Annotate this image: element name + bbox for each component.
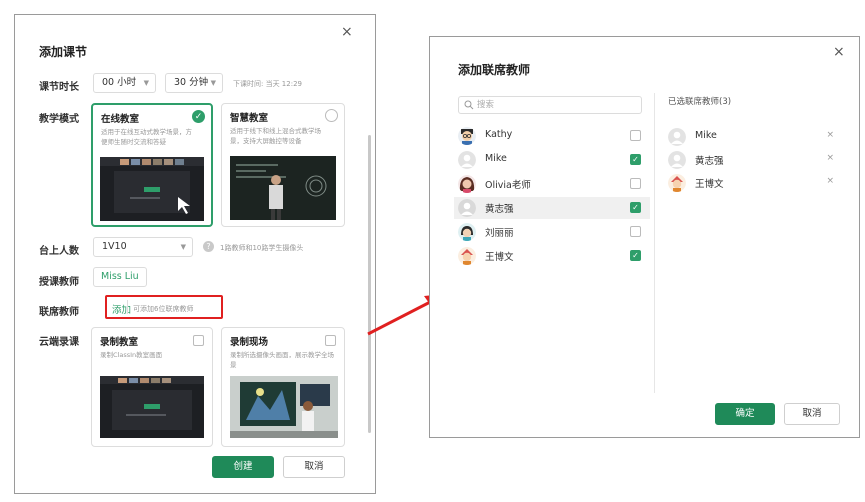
remove-icon[interactable]: × bbox=[826, 176, 834, 186]
selected-name: 王博文 bbox=[695, 179, 724, 190]
online-classroom-preview bbox=[100, 157, 204, 221]
confirm-button[interactable]: 确定 bbox=[715, 403, 775, 425]
avatar bbox=[668, 174, 686, 192]
scrollbar[interactable] bbox=[368, 135, 371, 433]
cancel-button[interactable]: 取消 bbox=[283, 456, 345, 478]
record-classroom-card[interactable]: 录制教室 录制ClassIn教室画面 bbox=[91, 327, 213, 447]
record-scene-preview-image bbox=[230, 376, 338, 438]
smart-classroom-preview bbox=[230, 156, 336, 220]
teacher-name: 刘丽丽 bbox=[485, 228, 514, 239]
recording-label: 云端录课 bbox=[39, 337, 79, 348]
record-scene-desc: 录制所选摄像头画面，展示教学全场景 bbox=[230, 351, 334, 369]
close-icon[interactable]: × bbox=[341, 25, 353, 39]
hours-value: 00 小时 bbox=[102, 77, 137, 88]
create-course-dialog: × 添加课节 课节时长 00 小时 ▼ 30 分钟 ▼ 下课时间: 当天 12:… bbox=[14, 14, 376, 494]
add-co-teacher-link[interactable]: 添加 bbox=[112, 302, 131, 316]
chevron-down-icon: ▼ bbox=[143, 79, 149, 87]
checkbox-icon[interactable] bbox=[630, 130, 641, 141]
avatar bbox=[458, 175, 476, 193]
checkbox-icon[interactable] bbox=[630, 178, 641, 189]
checkbox-checked-icon[interactable]: ✓ bbox=[630, 154, 641, 165]
avatar bbox=[458, 223, 476, 241]
teacher-row-olivia[interactable]: Olivia老师 bbox=[454, 173, 650, 195]
minutes-select[interactable]: 30 分钟 ▼ bbox=[165, 73, 223, 93]
teacher-row-liulili[interactable]: 刘丽丽 bbox=[454, 221, 650, 243]
record-classroom-desc: 录制ClassIn教室画面 bbox=[100, 351, 163, 359]
help-icon[interactable]: ? bbox=[203, 241, 214, 252]
stage-value: 1V10 bbox=[102, 241, 127, 252]
hours-select[interactable]: 00 小时 ▼ bbox=[93, 73, 156, 93]
search-icon bbox=[464, 100, 474, 110]
dialog-title: 添加课节 bbox=[39, 45, 88, 59]
search-box[interactable] bbox=[458, 96, 642, 114]
avatar bbox=[458, 151, 476, 169]
checkbox-icon[interactable] bbox=[630, 226, 641, 237]
add-co-teacher-dialog: × 添加联席教师 Kathy Mike ✓ Olivia老师 黄 bbox=[429, 36, 860, 438]
mode-label: 教学模式 bbox=[39, 114, 79, 125]
selected-title: 已选联席教师(3) bbox=[668, 97, 732, 107]
dialog-title: 添加联席教师 bbox=[458, 63, 531, 77]
teacher-row-huangzhiqiang[interactable]: 黄志强 ✓ bbox=[454, 197, 650, 219]
record-scene-title: 录制现场 bbox=[230, 337, 269, 348]
smart-classroom-preview-image bbox=[230, 156, 336, 220]
record-scene-card[interactable]: 录制现场 录制所选摄像头画面，展示教学全场景 bbox=[221, 327, 345, 447]
avatar bbox=[668, 128, 686, 146]
selected-row-huangzhiqiang: 黄志强 × bbox=[668, 150, 838, 170]
avatar bbox=[458, 127, 476, 145]
selected-name: Mike bbox=[695, 130, 717, 141]
create-button[interactable]: 创建 bbox=[212, 456, 274, 478]
radio-icon bbox=[325, 109, 338, 122]
avatar bbox=[458, 199, 476, 217]
close-icon[interactable]: × bbox=[833, 45, 845, 59]
teacher-row-wangbowen[interactable]: 王博文 ✓ bbox=[454, 245, 650, 267]
online-classroom-card[interactable]: 在线教室 ✓ 适用于在线互动式教学场景，方便师生随时交流和答疑 bbox=[91, 103, 213, 227]
online-classroom-desc: 适用于在线互动式教学场景，方便师生随时交流和答疑 bbox=[101, 128, 192, 146]
divider bbox=[127, 300, 128, 314]
column-divider bbox=[654, 93, 655, 393]
cancel-button[interactable]: 取消 bbox=[784, 403, 840, 425]
record-classroom-preview-image bbox=[100, 376, 204, 430]
chevron-down-icon: ▼ bbox=[180, 243, 186, 251]
teacher-name: Olivia老师 bbox=[485, 180, 531, 191]
minutes-value: 30 分钟 bbox=[174, 77, 209, 88]
remove-icon[interactable]: × bbox=[826, 130, 834, 140]
teacher-name: 黄志强 bbox=[485, 204, 514, 215]
remove-icon[interactable]: × bbox=[826, 153, 834, 163]
record-classroom-title: 录制教室 bbox=[100, 337, 139, 348]
teacher-name: 王博文 bbox=[485, 252, 514, 263]
online-classroom-title: 在线教室 bbox=[101, 114, 140, 125]
teacher-tag[interactable]: Miss Liu bbox=[93, 267, 147, 287]
co-teacher-hint: 可添加6位联席教师 bbox=[133, 305, 194, 313]
selected-row-wangbowen: 王博文 × bbox=[668, 173, 838, 193]
checkbox-checked-icon[interactable]: ✓ bbox=[630, 250, 641, 261]
check-icon: ✓ bbox=[192, 110, 205, 123]
record-classroom-preview bbox=[100, 376, 204, 438]
teacher-row-mike[interactable]: Mike ✓ bbox=[454, 149, 650, 171]
avatar bbox=[458, 247, 476, 265]
end-time-text: 下课时间: 当天 12:29 bbox=[233, 80, 302, 88]
smart-classroom-card[interactable]: 智慧教室 适用于线下和线上混合式教学场景，支持大屏触控等设备 bbox=[221, 103, 345, 227]
teacher-label: 授课教师 bbox=[39, 277, 79, 288]
stage-select[interactable]: 1V10 ▼ bbox=[93, 237, 193, 257]
checkbox-icon[interactable] bbox=[193, 335, 204, 346]
teacher-row-kathy[interactable]: Kathy bbox=[454, 125, 650, 147]
chevron-down-icon: ▼ bbox=[210, 79, 216, 87]
duration-label: 课节时长 bbox=[39, 82, 79, 93]
teacher-name: Kathy bbox=[485, 129, 513, 140]
stage-label: 台上人数 bbox=[39, 246, 79, 257]
co-teacher-label: 联席教师 bbox=[39, 307, 79, 318]
smart-classroom-desc: 适用于线下和线上混合式教学场景，支持大屏触控等设备 bbox=[230, 127, 321, 145]
online-classroom-preview-image bbox=[100, 157, 204, 214]
stage-hint: 1路教师和10路学生摄像头 bbox=[220, 244, 304, 252]
search-input[interactable] bbox=[477, 98, 637, 112]
avatar bbox=[668, 151, 686, 169]
smart-classroom-title: 智慧教室 bbox=[230, 113, 269, 124]
record-scene-preview bbox=[230, 376, 338, 438]
checkbox-checked-icon[interactable]: ✓ bbox=[630, 202, 641, 213]
teacher-name: Mike bbox=[485, 153, 507, 164]
selected-row-mike: Mike × bbox=[668, 127, 838, 147]
selected-name: 黄志强 bbox=[695, 156, 724, 167]
checkbox-icon[interactable] bbox=[325, 335, 336, 346]
